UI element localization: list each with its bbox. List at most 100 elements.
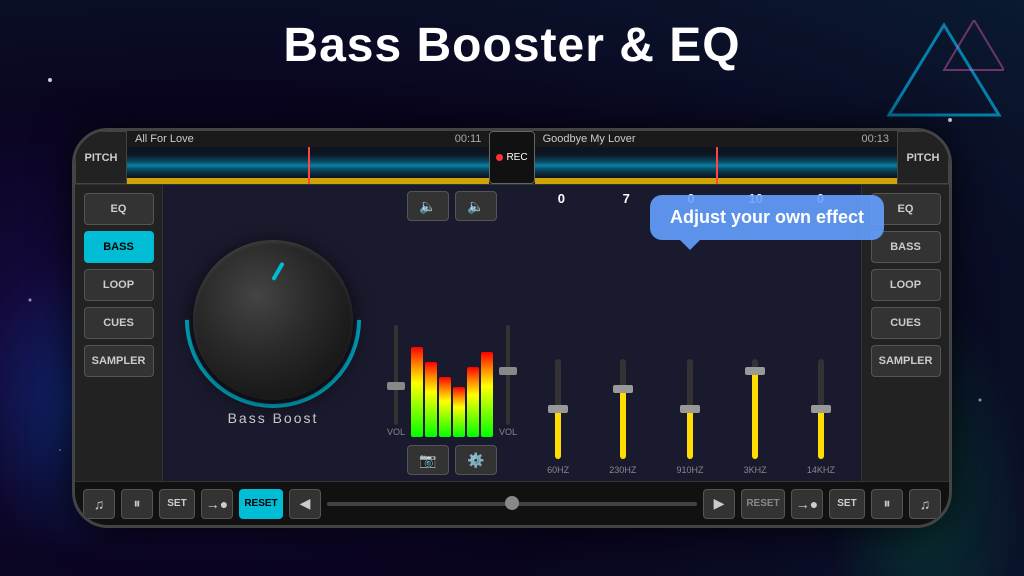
eq-label-14khz: 14KHZ <box>807 465 835 475</box>
phone-frame: PITCH All For Love 00:11 REC Goodbye My … <box>72 128 952 528</box>
eq-slider-track-230hz[interactable] <box>620 359 626 459</box>
volume-icon-btn-left[interactable]: 🔈 <box>407 191 449 221</box>
right-sampler-btn[interactable]: SAMPLER <box>871 345 941 377</box>
transport-bar: ♫ ⏸ SET →● RESET ◀ ▶ RESET →● SET ⏸ ♫ <box>75 481 949 525</box>
reset-left-btn[interactable]: RESET <box>239 489 283 519</box>
eq-handle-3khz[interactable] <box>745 367 765 375</box>
faders-and-vu: VOL VOL <box>387 229 517 437</box>
eq-handle-14khz[interactable] <box>811 405 831 413</box>
next-btn[interactable]: ▶ <box>703 489 735 519</box>
mixer-bottom-btn-right[interactable]: ⚙️ <box>455 445 497 475</box>
eq-handle-60hz[interactable] <box>548 405 568 413</box>
fader-right: VOL <box>499 325 517 437</box>
pause-right-btn[interactable]: ⏸ <box>871 489 903 519</box>
waveform-right-header: Goodbye My Lover 00:13 <box>535 131 897 147</box>
mixer-area: 🔈 🔈 VOL <box>383 185 521 481</box>
left-track-name: All For Love <box>135 133 194 145</box>
eq-handle-910hz[interactable] <box>680 405 700 413</box>
slider-thumb[interactable] <box>505 496 519 510</box>
note-left-icon: ♫ <box>94 496 105 512</box>
eq-label-910hz: 910HZ <box>676 465 703 475</box>
vu-bar-5 <box>467 367 479 437</box>
bass-knob[interactable] <box>193 240 353 400</box>
pause-left-icon: ⏸ <box>134 495 141 512</box>
vu-bar-4 <box>453 387 465 437</box>
tooltip-text: Adjust your own effect <box>670 207 864 227</box>
waveform-right-visual <box>535 147 897 184</box>
vu-meters <box>411 317 493 437</box>
waveform-bar: PITCH All For Love 00:11 REC Goodbye My … <box>75 131 949 185</box>
eq-handle-230hz[interactable] <box>613 385 633 393</box>
volume-icon-btn-right[interactable]: 🔈 <box>455 191 497 221</box>
arrow-right-icon: →● <box>796 496 818 512</box>
knob-label: Bass Boost <box>228 410 319 426</box>
next-icon: ▶ <box>714 495 725 512</box>
pitch-btn-right[interactable]: PITCH <box>897 131 949 184</box>
eq-slider-track-3khz[interactable] <box>752 359 758 459</box>
left-eq-btn[interactable]: EQ <box>84 193 154 225</box>
waveform-right: Goodbye My Lover 00:13 <box>535 131 897 184</box>
eq-slider-60hz: 60HZ <box>547 359 569 475</box>
knob-indicator <box>271 262 284 281</box>
left-sampler-btn[interactable]: SAMPLER <box>84 345 154 377</box>
eq-fill-3khz <box>752 371 758 459</box>
fader-track-right[interactable] <box>506 325 510 425</box>
reset-right-btn[interactable]: RESET <box>741 489 785 519</box>
vu-bar-3 <box>439 377 451 437</box>
fader-track-left[interactable] <box>394 325 398 425</box>
left-cues-btn[interactable]: CUES <box>84 307 154 339</box>
eq-fill-910hz <box>687 409 693 459</box>
eq-slider-track-910hz[interactable] <box>687 359 693 459</box>
rec-dot <box>496 154 503 161</box>
eq-val-0: 0 <box>543 191 579 206</box>
mixer-bottom-btn-left[interactable]: 📷 <box>407 445 449 475</box>
right-time: 00:13 <box>861 133 889 145</box>
eq-val-7: 7 <box>608 191 644 206</box>
transport-slider[interactable] <box>327 502 697 506</box>
left-time: 00:11 <box>455 133 482 145</box>
vu-bar-6 <box>481 352 493 437</box>
left-loop-btn[interactable]: LOOP <box>84 269 154 301</box>
arrow-right-btn[interactable]: →● <box>791 489 823 519</box>
arrow-right-left-btn[interactable]: →● <box>201 489 233 519</box>
note-right-icon: ♫ <box>920 496 931 512</box>
eq-slider-track-14khz[interactable] <box>818 359 824 459</box>
prev-btn[interactable]: ◀ <box>289 489 321 519</box>
rec-button[interactable]: REC <box>489 131 534 184</box>
note-left-btn[interactable]: ♫ <box>83 489 115 519</box>
prev-icon: ◀ <box>300 495 311 512</box>
vu-bar-2 <box>425 362 437 437</box>
left-panel: EQ BASS LOOP CUES SAMPLER <box>75 185 163 481</box>
rec-label: REC <box>506 152 527 163</box>
pitch-btn-left[interactable]: PITCH <box>75 131 127 184</box>
eq-slider-910hz: 910HZ <box>676 359 703 475</box>
right-loop-btn[interactable]: LOOP <box>871 269 941 301</box>
mixer-top-buttons: 🔈 🔈 <box>407 191 497 221</box>
note-right-btn[interactable]: ♫ <box>909 489 941 519</box>
eq-slider-track-60hz[interactable] <box>555 359 561 459</box>
eq-fill-60hz <box>555 409 561 459</box>
fader-handle-right[interactable] <box>499 367 517 375</box>
eq-label-60hz: 60HZ <box>547 465 569 475</box>
eq-label-230hz: 230HZ <box>609 465 636 475</box>
volume-icon-right: 🔈 <box>467 198 484 215</box>
fader-handle-left[interactable] <box>387 382 405 390</box>
mixer-bottom-buttons: 📷 ⚙️ <box>407 445 497 475</box>
right-track-name: Goodbye My Lover <box>543 133 636 145</box>
left-bass-btn[interactable]: BASS <box>84 231 154 263</box>
pause-right-icon: ⏸ <box>884 495 891 512</box>
pause-left-btn[interactable]: ⏸ <box>121 489 153 519</box>
eq-fill-14khz <box>818 409 824 459</box>
right-cues-btn[interactable]: CUES <box>871 307 941 339</box>
knob-container[interactable] <box>193 240 353 400</box>
eq-fill-230hz <box>620 389 626 459</box>
set-right-btn[interactable]: SET <box>829 489 865 519</box>
mixer-icon-camera: 📷 <box>419 452 436 469</box>
center-knob-area: Bass Boost <box>163 185 383 481</box>
page-title: Bass Booster & EQ <box>0 18 1024 73</box>
fader-left: VOL <box>387 325 405 437</box>
set-left-btn[interactable]: SET <box>159 489 195 519</box>
volume-icon-left: 🔈 <box>419 198 436 215</box>
vu-bar-1 <box>411 347 423 437</box>
tooltip-bubble: Adjust your own effect <box>650 195 884 240</box>
